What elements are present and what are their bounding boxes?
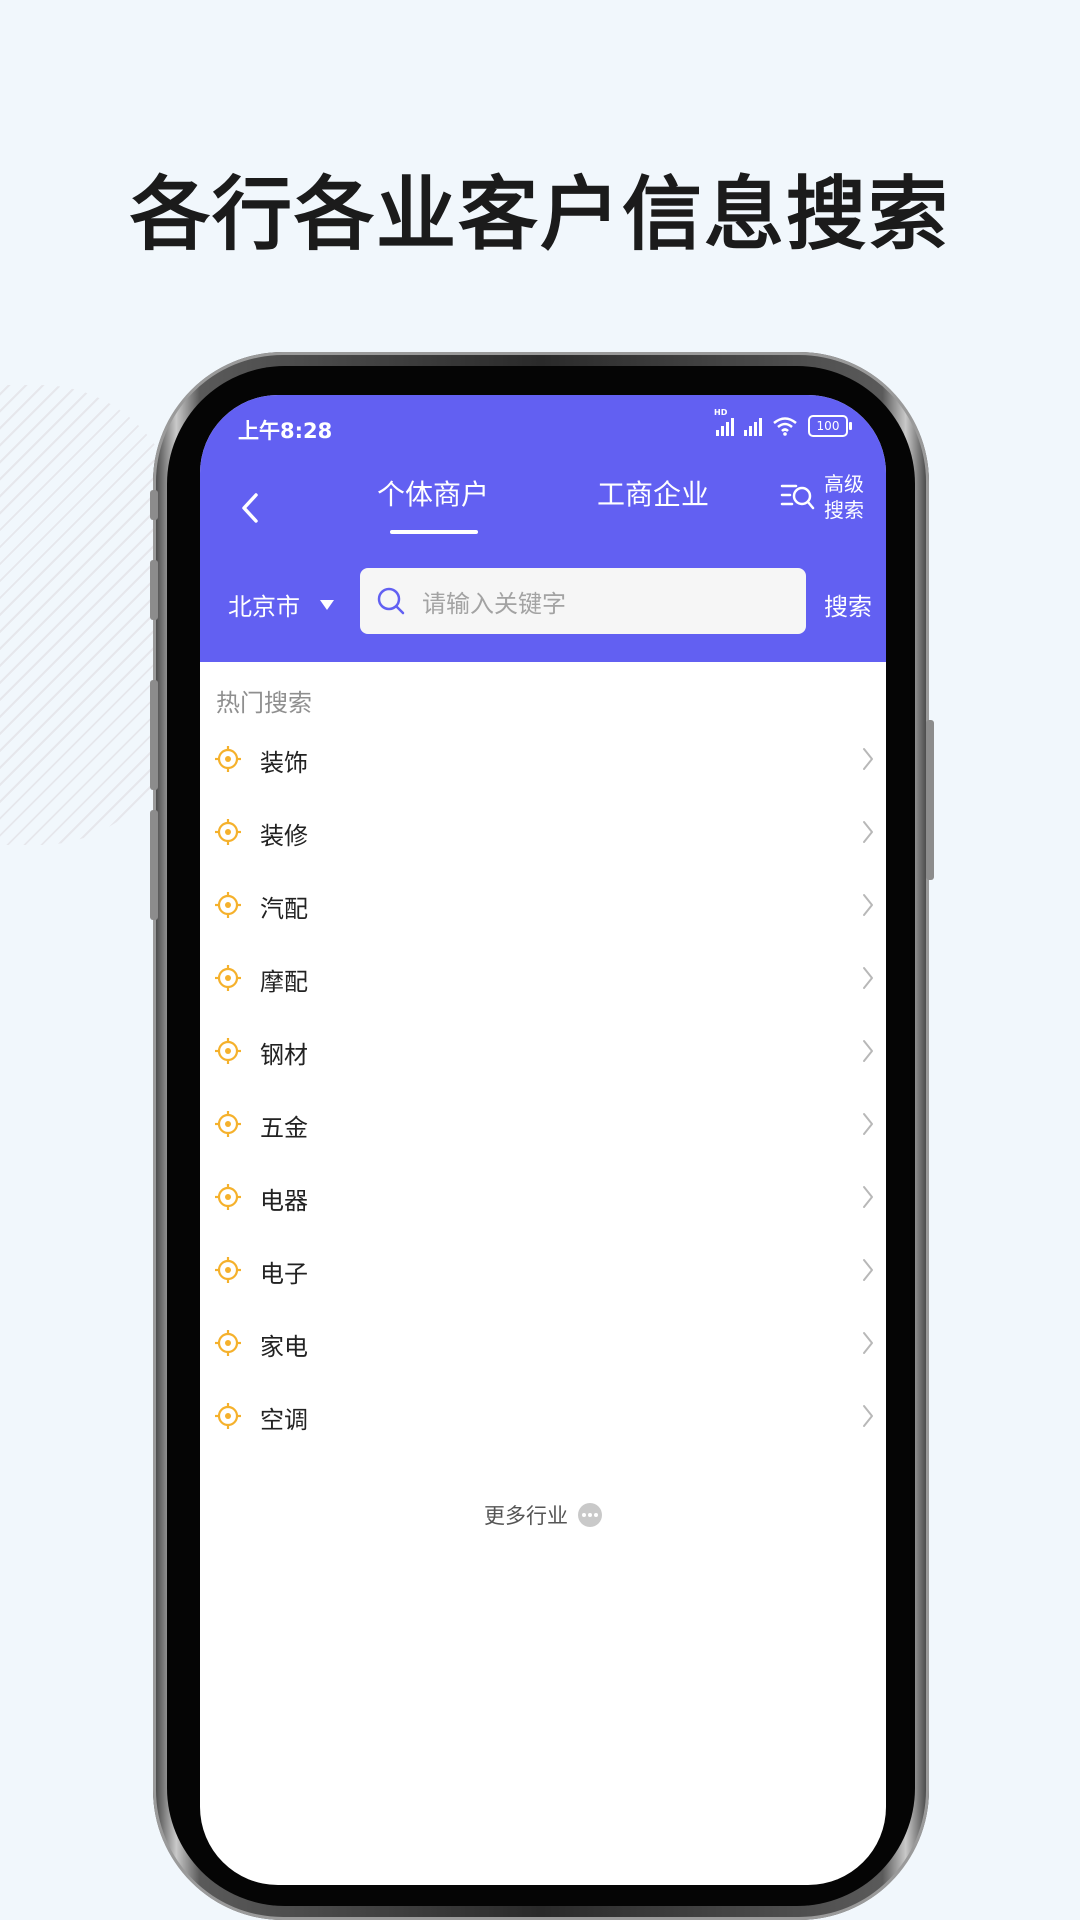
chevron-right-icon (863, 1332, 873, 1354)
chevron-right-icon (863, 967, 873, 989)
tab-individual-merchant[interactable]: 个体商户 (377, 473, 489, 513)
hot-search-item-label: 电子 (260, 1260, 308, 1288)
chevron-right-icon (863, 1113, 873, 1135)
hot-search-item[interactable]: 空调 (200, 1380, 886, 1453)
hot-search-item[interactable]: 钢材 (200, 1015, 886, 1088)
target-icon (215, 819, 241, 845)
hot-search-item[interactable]: 电器 (200, 1161, 886, 1234)
search-input[interactable]: 请输入关键字 (360, 568, 806, 634)
phone-side-button (150, 490, 158, 520)
hot-search-list: 装饰装修汽配摩配钢材五金电器电子家电空调 (200, 723, 886, 1453)
advanced-search-line2: 搜索 (824, 498, 864, 522)
target-icon (215, 965, 241, 991)
hot-search-item[interactable]: 装饰 (200, 723, 886, 796)
advanced-search-label: 高级 搜索 (824, 471, 864, 523)
city-label: 北京市 (228, 593, 300, 621)
hot-search-item[interactable]: 摩配 (200, 942, 886, 1015)
hot-search-item-label: 钢材 (260, 1041, 308, 1069)
phone-side-button (150, 680, 158, 790)
target-icon (215, 1111, 241, 1137)
page-headline: 各行各业客户信息搜索 (130, 168, 950, 261)
cellular-signal-icon: HD (714, 408, 734, 436)
hot-search-item-label: 电器 (260, 1187, 308, 1215)
target-icon (215, 1403, 241, 1429)
chevron-right-icon (863, 1405, 873, 1427)
search-button[interactable]: 搜索 (824, 587, 872, 622)
target-icon (215, 746, 241, 772)
search-placeholder: 请输入关键字 (422, 589, 566, 618)
target-icon (215, 1184, 241, 1210)
hot-search-item[interactable]: 电子 (200, 1234, 886, 1307)
page: 各行各业客户信息搜索 上午8:28 HD 100 个体商户 工商企业 高级 搜索… (0, 0, 1080, 1920)
target-icon (215, 892, 241, 918)
phone-screen: 上午8:28 HD 100 个体商户 工商企业 高级 搜索 北京市 请输入关键字… (200, 395, 886, 1885)
chevron-right-icon (863, 1186, 873, 1208)
hot-search-item-label: 空调 (260, 1406, 308, 1434)
phone-power-button (926, 720, 934, 880)
chevron-right-icon (863, 821, 873, 843)
status-time: 上午8:28 (238, 419, 333, 443)
hot-search-item-label: 装修 (260, 822, 308, 850)
chevron-right-icon (863, 894, 873, 916)
hot-search-item-label: 五金 (260, 1114, 308, 1142)
advanced-search-line1: 高级 (824, 472, 864, 496)
target-icon (215, 1257, 241, 1283)
advanced-search-button[interactable]: 高级 搜索 (780, 471, 864, 523)
status-icons: HD 100 (714, 408, 852, 439)
target-icon (215, 1330, 241, 1356)
active-tab-indicator (390, 530, 478, 534)
hot-search-item-label: 汽配 (260, 895, 308, 923)
tab-business-enterprise[interactable]: 工商企业 (597, 473, 709, 513)
battery-icon: 100 (808, 415, 852, 437)
target-icon (215, 1038, 241, 1064)
city-selector[interactable]: 北京市 (228, 587, 334, 622)
advanced-search-icon (780, 484, 815, 510)
hot-search-item-label: 摩配 (260, 968, 308, 996)
more-industries-button[interactable]: 更多行业 (200, 1500, 886, 1530)
chevron-right-icon (863, 1040, 873, 1062)
hot-search-item[interactable]: 装修 (200, 796, 886, 869)
hot-search-item[interactable]: 汽配 (200, 869, 886, 942)
chevron-right-icon (863, 1259, 873, 1281)
hot-search-title: 热门搜索 (216, 689, 312, 717)
cellular-signal-2-icon (744, 416, 762, 436)
hot-search-item[interactable]: 五金 (200, 1088, 886, 1161)
hd-badge: HD (714, 408, 728, 417)
hot-search-item-label: 家电 (260, 1333, 308, 1361)
hot-search-item-label: 装饰 (260, 749, 308, 777)
search-icon (377, 587, 405, 615)
chevron-right-icon (863, 748, 873, 770)
header-bar: 上午8:28 HD 100 个体商户 工商企业 高级 搜索 北京市 请输入关键字… (200, 395, 886, 662)
more-industries-label: 更多行业 (484, 1504, 568, 1528)
dropdown-caret-icon (320, 599, 334, 610)
phone-side-button (150, 560, 158, 620)
back-arrow-icon[interactable] (234, 483, 264, 533)
wifi-icon (773, 417, 797, 436)
phone-side-button (150, 810, 158, 920)
hot-search-item[interactable]: 家电 (200, 1307, 886, 1380)
more-dots-icon (578, 1503, 602, 1527)
